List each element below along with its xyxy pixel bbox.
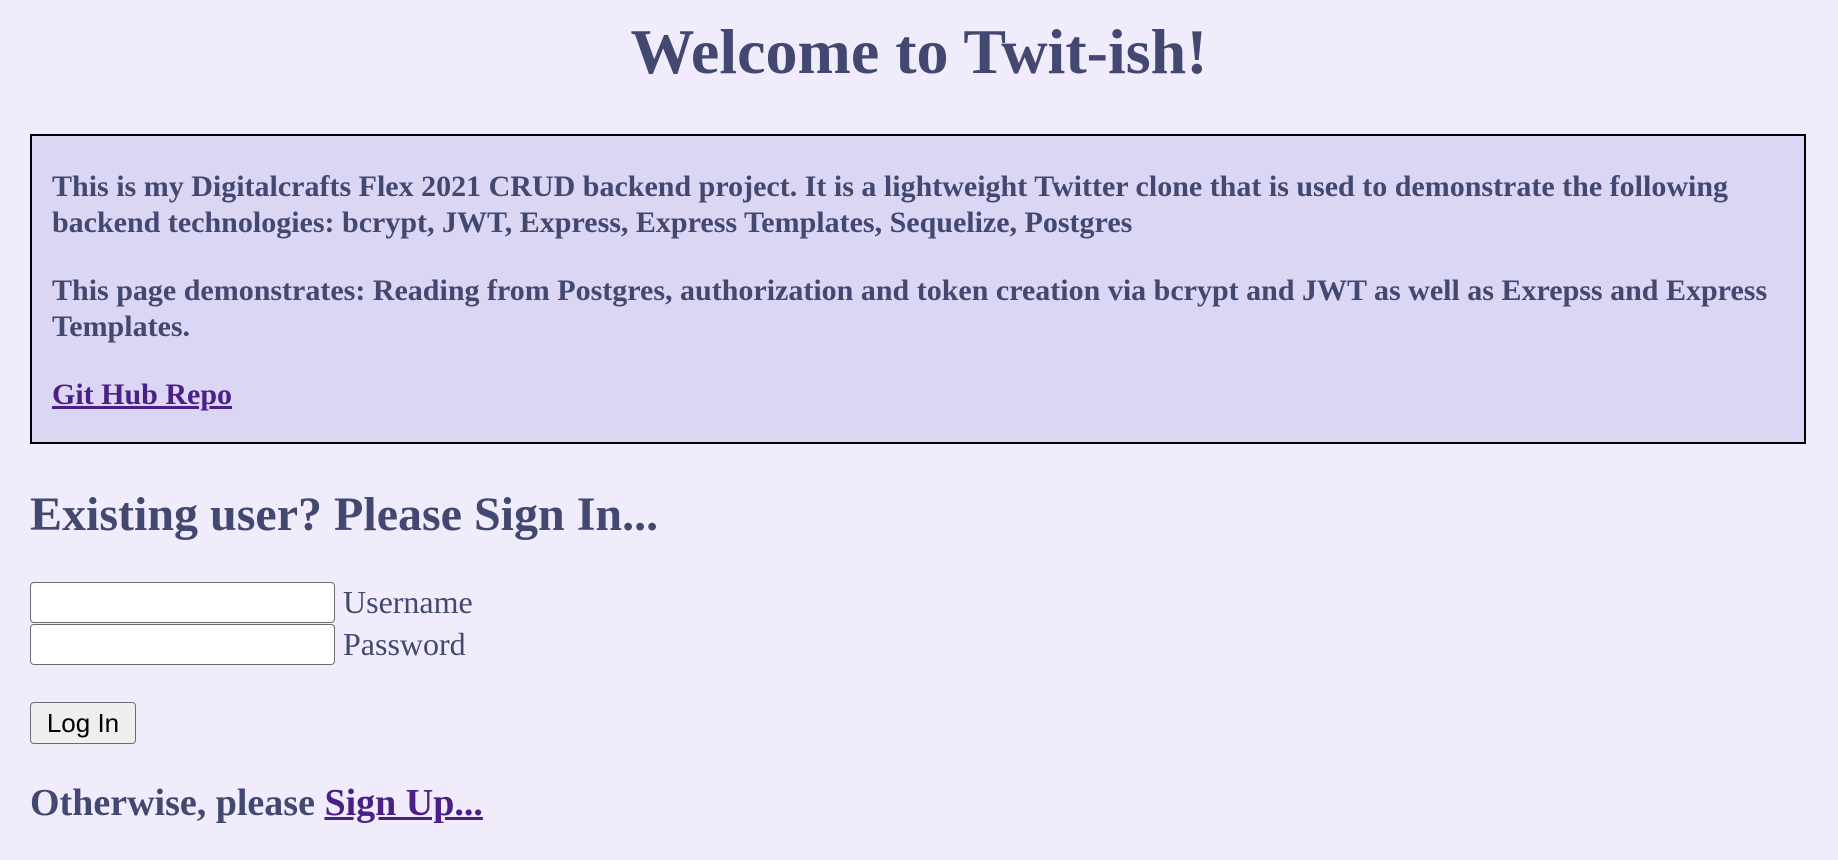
password-row: Password [30, 623, 466, 665]
signup-prompt: Otherwise, please Sign Up... [30, 781, 483, 825]
project-intro-box: This is my Digitalcrafts Flex 2021 CRUD … [30, 134, 1806, 444]
signup-prompt-text: Otherwise, please [30, 782, 325, 824]
signin-heading: Existing user? Please Sign In... [30, 488, 659, 541]
password-label: Password [343, 626, 466, 662]
password-input[interactable] [30, 623, 335, 665]
signup-link[interactable]: Sign Up... [324, 782, 482, 824]
username-label: Username [343, 584, 473, 620]
github-repo-link[interactable]: Git Hub Repo [52, 378, 232, 411]
project-description: This is my Digitalcrafts Flex 2021 CRUD … [52, 170, 1729, 239]
login-button[interactable]: Log In [30, 702, 136, 744]
username-input[interactable] [30, 581, 335, 623]
page-demonstration-text: This page demonstrates: Reading from Pos… [52, 274, 1768, 343]
username-row: Username [30, 581, 473, 623]
repo-link-container: Git Hub Repo [52, 377, 1784, 413]
page-title: Welcome to Twit-ish! [630, 16, 1208, 87]
